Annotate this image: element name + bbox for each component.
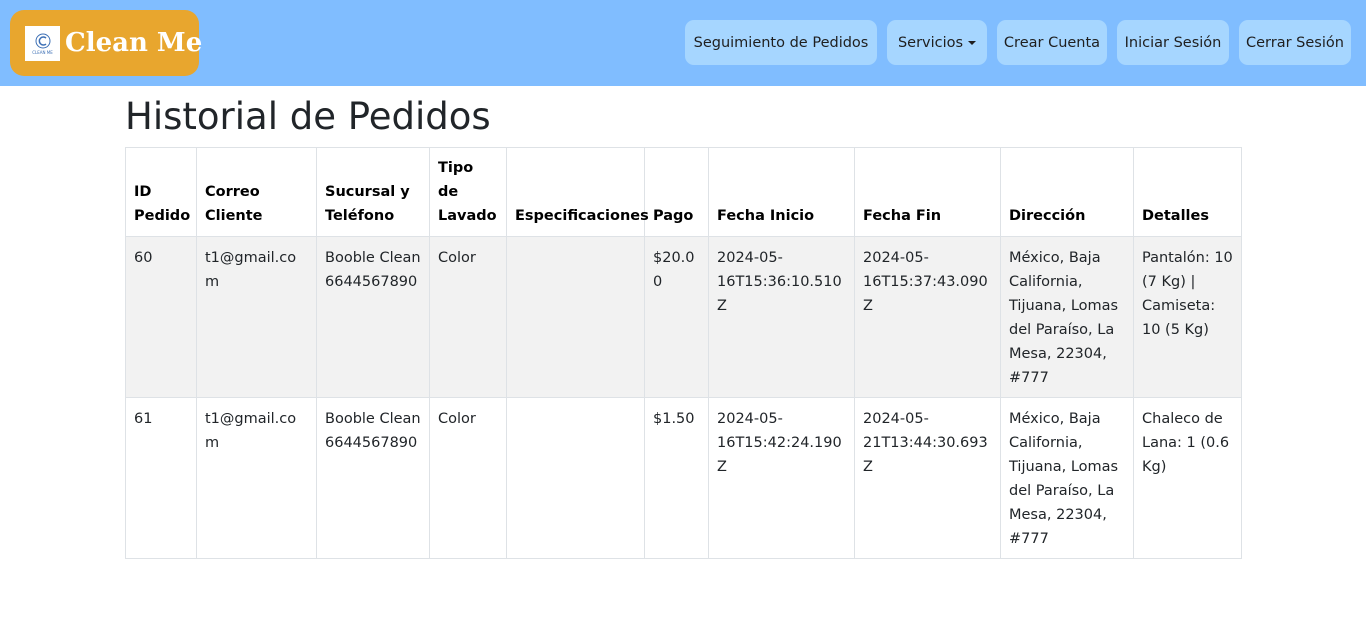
cell-email: t1@gmail.com (196, 397, 317, 559)
cell-fecha-inicio: 2024-05-16T15:42:24.190Z (708, 397, 855, 559)
cell-email: t1@gmail.com (196, 236, 317, 398)
nav-button-label: Cerrar Sesión (1246, 34, 1344, 51)
nav-button-crear-cuenta[interactable]: Crear Cuenta (997, 20, 1107, 65)
nav-button-servicios-dropdown[interactable]: Servicios (887, 20, 987, 65)
cell-fecha-fin: 2024-05-21T13:44:30.693Z (854, 397, 1001, 559)
brand-name: Clean Me (65, 28, 203, 58)
header-detalles: Detalles (1133, 147, 1242, 237)
cell-sucursal: Booble Clean 6644567890 (316, 397, 430, 559)
cell-detalles: Chaleco de Lana: 1 (0.6 Kg) (1133, 397, 1242, 559)
page-title: Historial de Pedidos (125, 95, 491, 138)
nav-button-label: Servicios (897, 34, 964, 51)
brand-logo-link[interactable]: CLEAN ME Clean Me (10, 10, 203, 76)
header-correo-cliente: Correo Cliente (196, 147, 317, 237)
nav-button-seguimiento[interactable]: Seguimiento de Pedidos (685, 20, 877, 65)
table-row: 60 t1@gmail.com Booble Clean 6644567890 … (125, 236, 1242, 398)
cell-pago: $20.00 (644, 236, 709, 398)
cell-fecha-inicio: 2024-05-16T15:36:10.510Z (708, 236, 855, 398)
cell-fecha-fin: 2024-05-16T15:37:43.090Z (854, 236, 1001, 398)
nav-button-label: Seguimiento de Pedidos (693, 34, 869, 51)
header-direccion: Dirección (1000, 147, 1134, 237)
nav-button-cerrar-sesion[interactable]: Cerrar Sesión (1239, 20, 1351, 65)
header-sucursal-telefono: Sucursal y Teléfono (316, 147, 430, 237)
logo-c-icon (35, 33, 50, 48)
cell-direccion: México, Baja California, Tijuana, Lomas … (1000, 236, 1134, 398)
header-fecha-inicio: Fecha Inicio (708, 147, 855, 237)
caret-down-icon (968, 40, 977, 45)
header-especificaciones: Especificaciones (506, 147, 649, 237)
cell-especificaciones (506, 397, 645, 559)
header-fecha-fin: Fecha Fin (854, 147, 1001, 237)
cell-sucursal: Booble Clean 6644567890 (316, 236, 430, 398)
nav-button-label: Iniciar Sesión (1124, 34, 1222, 51)
table-header-row: ID Pedido Correo Cliente Sucursal y Telé… (125, 147, 1242, 237)
header-pago: Pago (644, 147, 709, 237)
cell-tipo: Color (429, 236, 507, 398)
nav-button-label: Crear Cuenta (1003, 34, 1101, 51)
cell-id: 61 (125, 397, 197, 559)
navbar: CLEAN ME Clean Me Seguimiento de Pedidos… (0, 0, 1366, 86)
cell-direccion: México, Baja California, Tijuana, Lomas … (1000, 397, 1134, 559)
orders-table: ID Pedido Correo Cliente Sucursal y Telé… (125, 147, 1242, 559)
header-id-pedido: ID Pedido (125, 147, 197, 237)
cell-pago: $1.50 (644, 397, 709, 559)
logo-caption: CLEAN ME (32, 49, 53, 55)
table-row: 61 t1@gmail.com Booble Clean 6644567890 … (125, 397, 1242, 559)
logo-image: CLEAN ME (25, 25, 60, 61)
cell-tipo: Color (429, 397, 507, 559)
nav-button-iniciar-sesion[interactable]: Iniciar Sesión (1117, 20, 1229, 65)
cell-id: 60 (125, 236, 197, 398)
header-tipo-lavado: Tipo de Lavado (429, 147, 507, 237)
cell-detalles: Pantalón: 10 (7 Kg) | Camiseta: 10 (5 Kg… (1133, 236, 1242, 398)
cell-especificaciones (506, 236, 645, 398)
